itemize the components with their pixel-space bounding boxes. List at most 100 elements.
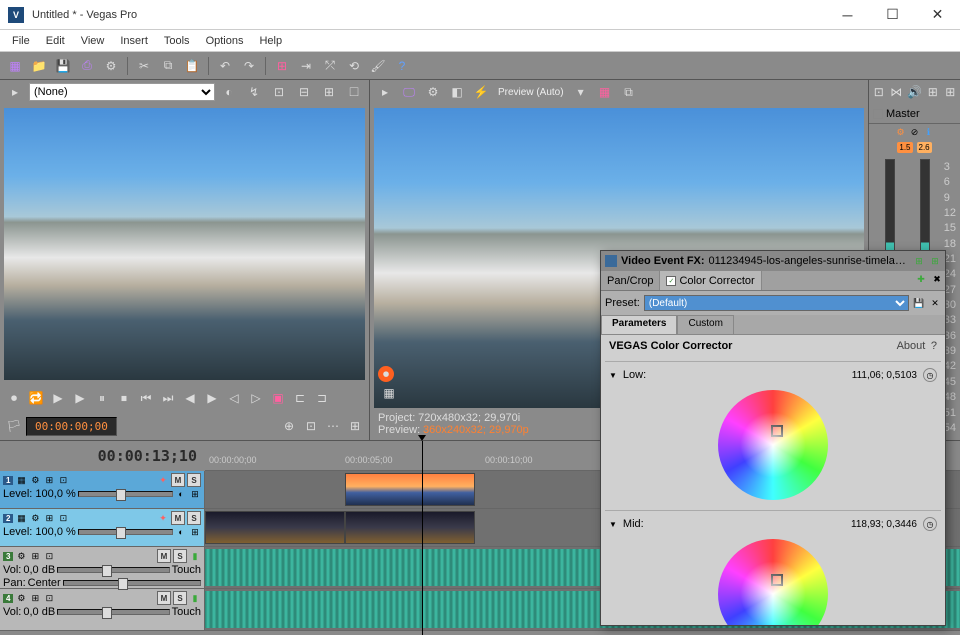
video-clip[interactable] — [205, 511, 345, 544]
color-picker-handle[interactable] — [771, 574, 783, 586]
go-end-icon[interactable]: ⏭ — [158, 388, 178, 408]
section-header-mid[interactable]: ▼ Mid: 118,93; 0,3446 ◷ — [605, 515, 941, 533]
vol-slider[interactable] — [57, 609, 169, 615]
parent-icon[interactable]: ⊞ — [189, 526, 201, 538]
add-media-icon[interactable]: ⊕ — [279, 416, 299, 436]
play-start-icon[interactable]: ▶ — [48, 388, 68, 408]
trimmer-preview[interactable] — [4, 108, 365, 380]
playhead[interactable] — [422, 441, 423, 635]
track-comp-icon[interactable]: ⊡ — [57, 512, 69, 524]
parent-icon[interactable]: ⊞ — [189, 488, 201, 500]
menu-tools[interactable]: Tools — [156, 33, 198, 49]
master-toggle-icon[interactable] — [873, 109, 883, 119]
video-event-fx-panel[interactable]: Video Event FX: 011234945-los-angeles-su… — [600, 250, 946, 626]
more-icon[interactable]: ⋯ — [323, 416, 343, 436]
fit-icon[interactable]: ⊡ — [301, 416, 321, 436]
mixer-tool1-icon[interactable]: ⊡ — [871, 81, 887, 103]
lock-icon[interactable]: 🖌 — [367, 55, 389, 77]
collapse-icon[interactable]: ▼ — [609, 520, 617, 529]
color-wheel-low[interactable] — [718, 390, 828, 500]
trimmer-tool3-icon[interactable]: ⊡ — [268, 81, 290, 103]
compositing-icon[interactable]: ◐ — [175, 488, 187, 500]
menu-edit[interactable]: Edit — [38, 33, 73, 49]
preview-mode-label[interactable]: Preview (Auto) — [494, 86, 568, 99]
collapse-icon[interactable]: ▼ — [609, 371, 617, 380]
go-start-icon[interactable]: ⏮ — [136, 388, 156, 408]
track-motion-icon[interactable]: ✦ — [157, 512, 169, 524]
safe-area-icon[interactable]: ▦ — [378, 382, 400, 404]
fx-tab-pancrop[interactable]: Pan/Crop — [601, 271, 660, 290]
help-button[interactable]: ? — [931, 340, 937, 352]
record-icon[interactable]: ⏺ — [4, 388, 24, 408]
mixer-tool5-icon[interactable]: ⊞ — [942, 81, 958, 103]
preview-copy-icon[interactable]: ⧉ — [618, 81, 640, 103]
mute-button[interactable]: M — [157, 549, 171, 563]
preset-dropdown[interactable]: (Default) — [644, 295, 909, 311]
undo-icon[interactable]: ↶ — [214, 55, 236, 77]
trimmer-tool5-icon[interactable]: ⊞ — [318, 81, 340, 103]
level-slider[interactable] — [78, 491, 173, 497]
track-fx-icon[interactable]: ⚙ — [29, 474, 41, 486]
fx-panel-titlebar[interactable]: Video Event FX: 011234945-los-angeles-su… — [601, 251, 945, 271]
properties-icon[interactable]: ⚙ — [100, 55, 122, 77]
track-fx-icon[interactable]: ⚙ — [29, 512, 41, 524]
video-clip[interactable] — [345, 511, 475, 544]
next-frame-icon[interactable]: ▶ — [202, 388, 222, 408]
menu-options[interactable]: Options — [198, 33, 252, 49]
menu-help[interactable]: Help — [251, 33, 290, 49]
paste-icon[interactable]: 📋 — [181, 55, 203, 77]
fx-add2-icon[interactable]: ⊞ — [929, 255, 941, 267]
fx-chain-add-icon[interactable]: ✚ — [915, 273, 927, 285]
trimmer-timecode[interactable]: 00:00:00;00 — [26, 417, 117, 436]
trimmer-undock-icon[interactable]: ▸ — [4, 81, 26, 103]
pan-slider[interactable] — [63, 580, 201, 586]
stop-icon[interactable]: ⏹ — [114, 388, 134, 408]
keyframe-icon[interactable]: ◷ — [923, 368, 937, 382]
cut-icon[interactable]: ✂ — [133, 55, 155, 77]
color-wheel-mid[interactable] — [718, 539, 828, 625]
save-preset-icon[interactable]: 💾 — [913, 297, 925, 309]
trimmer-tool1-icon[interactable]: ◐ — [218, 81, 240, 103]
track-fx-icon[interactable]: ⚙ — [15, 550, 27, 562]
open-icon[interactable]: 📁 — [28, 55, 50, 77]
solo-button[interactable]: S — [187, 511, 201, 525]
preview-dropdown-icon[interactable]: ▾ — [570, 81, 592, 103]
mute-button[interactable]: M — [171, 473, 185, 487]
trim-icon[interactable]: ⊐ — [312, 388, 332, 408]
preview-split-icon[interactable]: ◧ — [446, 81, 468, 103]
vol-slider[interactable] — [57, 567, 169, 573]
menu-file[interactable]: File — [4, 33, 38, 49]
solo-button[interactable]: S — [187, 473, 201, 487]
color-picker-handle[interactable] — [771, 425, 783, 437]
level-slider[interactable] — [78, 529, 173, 535]
loop-icon[interactable]: 🔁 — [26, 388, 46, 408]
frame-back-icon[interactable]: ◁ — [224, 388, 244, 408]
preview-quality-icon[interactable]: ⚡ — [470, 81, 492, 103]
video-clip[interactable] — [345, 473, 475, 506]
mixer-tool2-icon[interactable]: ⋈ — [889, 81, 905, 103]
track-auto-icon[interactable]: ⊞ — [43, 512, 55, 524]
mute-button[interactable]: M — [171, 511, 185, 525]
preview-undock-icon[interactable]: ▸ — [374, 81, 396, 103]
ripple-icon[interactable]: ⇥ — [295, 55, 317, 77]
mixer-tool3-icon[interactable]: 🔊 — [906, 81, 923, 103]
snap-icon[interactable]: ⊞ — [271, 55, 293, 77]
mixer-tool4-icon[interactable]: ⊞ — [925, 81, 941, 103]
track-comp-icon[interactable]: ⊡ — [57, 474, 69, 486]
track-bypass-icon[interactable]: ▦ — [15, 512, 27, 524]
autoripple-icon[interactable]: ⟲ — [343, 55, 365, 77]
preview-ext-icon[interactable]: 🖵 — [398, 81, 420, 103]
track-insert-icon[interactable]: ⊞ — [29, 592, 41, 604]
master-fx-icon[interactable]: ⚙ — [895, 126, 907, 138]
touch-mode[interactable]: Touch — [172, 606, 201, 618]
track-bypass-icon[interactable]: ▦ — [15, 474, 27, 486]
section-header-low[interactable]: ▼ Low: 111,06; 0,5103 ◷ — [605, 366, 941, 384]
pause-icon[interactable]: ⏸ — [92, 388, 112, 408]
track-header-a2[interactable]: 4 ⚙ ⊞ ⊡ M S ▮ Vol: 0,0 dB Touch — [0, 589, 205, 630]
tab-custom[interactable]: Custom — [677, 315, 733, 334]
menu-insert[interactable]: Insert — [112, 33, 156, 49]
redo-icon[interactable]: ↷ — [238, 55, 260, 77]
track-auto-icon[interactable]: ⊡ — [43, 550, 55, 562]
track-motion-icon[interactable]: ✦ — [157, 474, 169, 486]
track-meter-icon[interactable]: ▮ — [189, 592, 201, 604]
